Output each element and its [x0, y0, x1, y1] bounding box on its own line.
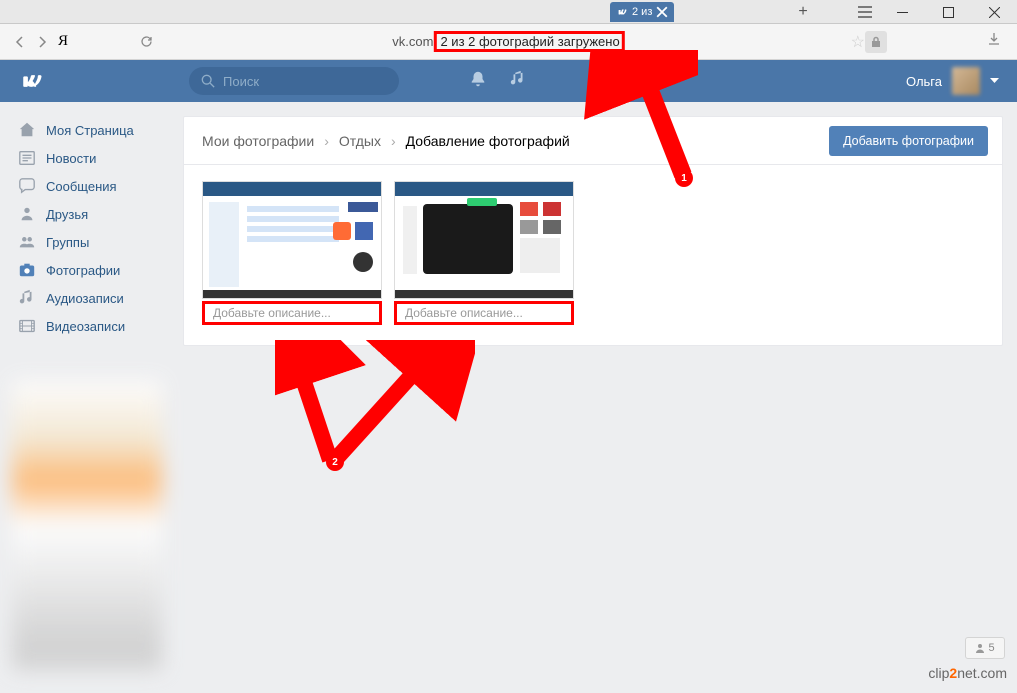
description-placeholder: Добавьте описание... — [213, 306, 331, 320]
vk-header: Поиск Ольга — [0, 60, 1017, 102]
tab-close-icon[interactable] — [656, 6, 668, 18]
annotation-marker-2: 2 — [326, 453, 344, 471]
camera-icon — [18, 261, 36, 279]
sidebar-ad-area — [12, 380, 162, 670]
person-icon — [975, 643, 985, 653]
news-icon — [18, 149, 36, 167]
bookmark-star-icon[interactable]: ☆ — [851, 32, 865, 52]
browser-tab[interactable]: 2 из — [610, 2, 674, 22]
vk-logo-icon[interactable] — [16, 67, 44, 95]
breadcrumb-root[interactable]: Мои фотографии — [202, 133, 314, 149]
home-icon — [18, 121, 36, 139]
sidebar-item-label: Фотографии — [46, 263, 120, 278]
photo-thumbnail[interactable] — [394, 181, 574, 299]
sidebar-item-label: Видеозаписи — [46, 319, 125, 334]
sidebar-item-label: Новости — [46, 151, 96, 166]
vk-favicon-icon — [616, 6, 628, 18]
photo-description-input[interactable]: Добавьте описание... — [202, 301, 382, 325]
menu-button[interactable] — [850, 0, 880, 24]
username: Ольга — [906, 74, 942, 89]
sidebar-item-label: Моя Страница — [46, 123, 134, 138]
refresh-button[interactable] — [136, 32, 156, 52]
sidebar-item-news[interactable]: Новости — [14, 144, 165, 172]
breadcrumb-album[interactable]: Отдых — [339, 133, 381, 149]
chevron-down-icon — [990, 78, 999, 84]
description-placeholder: Добавьте описание... — [405, 306, 523, 320]
nav-forward-button[interactable] — [32, 32, 52, 52]
share-count: 5 — [988, 642, 994, 654]
sidebar-item-video[interactable]: Видеозаписи — [14, 312, 165, 340]
avatar — [952, 67, 980, 95]
user-menu[interactable]: Ольга — [906, 67, 999, 95]
url-domain: vk.com — [392, 34, 433, 49]
add-photos-button[interactable]: Добавить фотографии — [829, 126, 988, 156]
photo-description-input[interactable]: Добавьте описание... — [394, 301, 574, 325]
search-icon — [201, 74, 215, 88]
search-input[interactable]: Поиск — [189, 67, 399, 95]
annotation-arrow-1 — [538, 50, 698, 185]
music-icon[interactable] — [509, 70, 529, 93]
photo-card: Добавьте описание... — [394, 181, 574, 325]
chevron-right-icon: › — [324, 133, 329, 149]
notifications-icon[interactable] — [469, 70, 489, 93]
new-tab-button[interactable]: + — [788, 0, 818, 24]
sidebar-item-messages[interactable]: Сообщения — [14, 172, 165, 200]
share-badge[interactable]: 5 — [965, 637, 1005, 659]
friends-icon — [18, 205, 36, 223]
annotation-marker-1: 1 — [675, 169, 693, 187]
messages-icon — [18, 177, 36, 195]
sidebar-item-photos[interactable]: Фотографии — [14, 256, 165, 284]
window-close-button[interactable] — [971, 0, 1017, 24]
photo-card: Добавьте описание... — [202, 181, 382, 325]
address-bar: Я vk.com 2 из 2 фотографий загружено ☆ — [0, 24, 1017, 60]
window-titlebar: 2 из + — [0, 0, 1017, 24]
sidebar: Моя Страница Новости Сообщения Друзья Гр… — [0, 102, 165, 346]
nav-back-button[interactable] — [10, 32, 30, 52]
lock-icon[interactable] — [865, 31, 887, 53]
watermark: clip2net.com — [928, 665, 1007, 681]
sidebar-item-label: Аудиозаписи — [46, 291, 124, 306]
downloads-icon[interactable] — [987, 32, 1001, 51]
tab-title: 2 из — [632, 6, 652, 18]
sidebar-item-label: Группы — [46, 235, 89, 250]
sidebar-item-label: Друзья — [46, 207, 88, 222]
yandex-button[interactable]: Я — [58, 33, 78, 50]
search-placeholder: Поиск — [223, 74, 259, 89]
chevron-right-icon: › — [391, 133, 396, 149]
groups-icon — [18, 233, 36, 251]
sidebar-item-groups[interactable]: Группы — [14, 228, 165, 256]
url-title-highlight: 2 из 2 фотографий загружено — [440, 34, 619, 49]
annotation-arrow-2 — [275, 340, 475, 470]
url-display[interactable]: vk.com 2 из 2 фотографий загружено — [392, 31, 624, 52]
sidebar-item-label: Сообщения — [46, 179, 117, 194]
photo-thumbnail[interactable] — [202, 181, 382, 299]
breadcrumb: Мои фотографии › Отдых › Добавление фото… — [202, 133, 570, 149]
video-icon — [18, 317, 36, 335]
sidebar-item-my-page[interactable]: Моя Страница — [14, 116, 165, 144]
sidebar-item-friends[interactable]: Друзья — [14, 200, 165, 228]
window-minimize-button[interactable] — [879, 0, 925, 24]
window-maximize-button[interactable] — [925, 0, 971, 24]
sidebar-item-audio[interactable]: Аудиозаписи — [14, 284, 165, 312]
audio-icon — [18, 289, 36, 307]
